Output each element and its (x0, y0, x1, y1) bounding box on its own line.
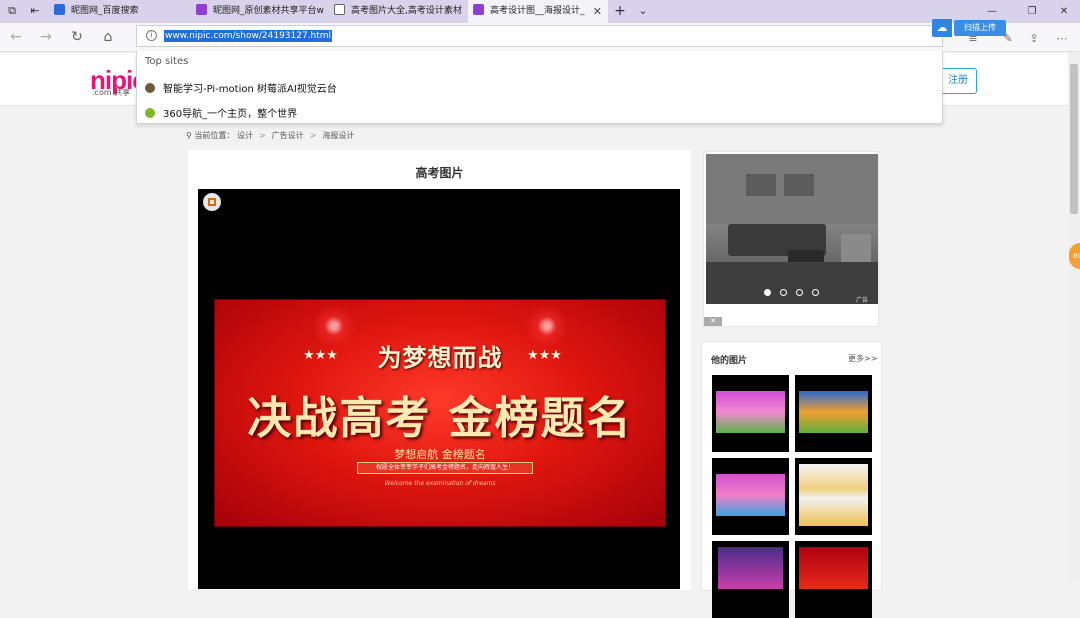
carousel-dot[interactable] (780, 289, 787, 296)
breadcrumb-separator: > (309, 131, 317, 140)
poster-subtitle: 梦想启航 金榜题名 (394, 448, 486, 461)
tab-aside-icon[interactable]: ⇤ (28, 4, 42, 18)
refresh-icon[interactable]: ↻ (69, 29, 85, 45)
top-sites-header: Top sites (145, 56, 189, 67)
tab-title: 高考设计图__海报设计_ (490, 6, 585, 16)
url-text-selected[interactable]: www.nipic.com/show/24193127.html (164, 30, 333, 42)
ad-box[interactable]: 广告 ✕ (703, 151, 879, 327)
top-site-item[interactable]: 智能学习-Pi-motion 树莓派AI视觉云台 (145, 80, 337, 95)
top-site-item[interactable]: 360导航_一个主页，整个世界 (145, 105, 297, 120)
tab-favicon-icon (54, 4, 65, 15)
tab-title: 昵图网_原创素材共享平台w (213, 6, 324, 16)
main-content-panel: 高考图片 ★★★ ★★★ 为梦想而战 决战高考 金榜题名 梦想启航 金榜题名 祝… (188, 150, 691, 590)
tab-favicon-icon (473, 4, 484, 15)
breadcrumb-item[interactable]: 设计 (237, 131, 253, 140)
logo-share: 共享 (114, 88, 131, 97)
navigation-bar: ← → ↻ ⌂ i www.nipic.com/show/24193127.ht… (0, 23, 1080, 52)
tab-title: 高考图片大全,高考设计素材 (351, 6, 462, 16)
scan-upload-button[interactable]: ☁ 扫描上传 (932, 19, 1006, 37)
thumbnail[interactable] (795, 541, 872, 618)
back-arrow-icon[interactable]: ← (8, 29, 24, 45)
thumbnail[interactable] (712, 458, 789, 535)
tab-title: 昵图网_百度搜索 (71, 6, 139, 16)
tab-4-active[interactable]: 高考设计图__海报设计_ ✕ (468, 0, 608, 23)
tab-2[interactable]: 昵图网_原创素材共享平台w (191, 0, 329, 23)
top-site-label: 智能学习-Pi-motion 树莓派AI视觉云台 (163, 84, 337, 95)
zoom-icon[interactable] (203, 193, 221, 211)
ad-image[interactable]: 广告 (706, 154, 878, 304)
logo-subtext: .com 共享 (92, 87, 130, 98)
ad-tag: 广告 (856, 297, 869, 304)
poster-artwork: ★★★ ★★★ 为梦想而战 决战高考 金榜题名 梦想启航 金榜题名 祝愿全体莘莘… (214, 299, 666, 527)
scrollbar-thumb[interactable] (1070, 64, 1078, 214)
tab-3[interactable]: 高考图片大全,高考设计素材 (329, 0, 468, 23)
top-sites-dropdown: Top sites 智能学习-Pi-motion 树莓派AI视觉云台 360导航… (136, 51, 943, 124)
poster-band: 祝愿全体莘莘学子们高考金榜题名，走向辉煌人生！ (357, 462, 533, 474)
poster-image[interactable]: ★★★ ★★★ 为梦想而战 决战高考 金榜题名 梦想启航 金榜题名 祝愿全体莘莘… (198, 189, 680, 589)
tab-actions-icon[interactable]: ⧉ (5, 4, 19, 18)
share-icon[interactable]: ⇪ (1026, 31, 1042, 47)
site-favicon-icon (145, 83, 155, 93)
poster-headline: 为梦想而战 (377, 343, 503, 372)
breadcrumb: ⚲ 当前位置： 设计 > 广告设计 > 海报设计 (186, 130, 354, 141)
close-window-button[interactable]: ✕ (1044, 0, 1080, 23)
carousel-dot[interactable] (764, 289, 771, 296)
top-site-label: 360导航_一个主页，整个世界 (163, 109, 298, 120)
address-bar[interactable]: i www.nipic.com/show/24193127.html (136, 25, 943, 47)
breadcrumb-item[interactable]: 广告设计 (272, 131, 304, 140)
location-icon: ⚲ (186, 131, 192, 140)
poster-fine-print: Welcome the examination of dreams (384, 480, 496, 487)
tab-strip: ⧉ ⇤ 昵图网_百度搜索 昵图网_原创素材共享平台w 高考图片大全,高考设计素材… (0, 0, 1080, 23)
more-menu-icon[interactable]: ⋯ (1054, 31, 1070, 47)
tab-favicon-icon (196, 4, 207, 15)
page-title: 高考图片 (415, 166, 464, 180)
poster-title: 决战高考 金榜题名 (247, 393, 633, 444)
breadcrumb-label: 当前位置： (194, 131, 235, 140)
thumbnail[interactable] (795, 375, 872, 452)
home-icon[interactable]: ⌂ (100, 29, 116, 45)
site-favicon-icon (145, 108, 155, 118)
new-tab-button[interactable]: + (613, 4, 627, 18)
breadcrumb-separator: > (258, 131, 266, 140)
carousel-dot[interactable] (796, 289, 803, 296)
his-images-title: 他的图片 (711, 356, 748, 366)
more-link[interactable]: 更多>> (848, 353, 877, 364)
breadcrumb-item[interactable]: 海报设计 (322, 131, 354, 140)
tab-list-chevron-icon[interactable]: ⌄ (636, 4, 650, 18)
ad-close-icon[interactable]: ✕ (704, 317, 722, 326)
logo-com: .com (92, 88, 112, 97)
tab-favicon-icon (334, 4, 345, 15)
side-float-button[interactable]: 80 (1069, 243, 1080, 269)
thumbnail[interactable] (712, 375, 789, 452)
carousel-dot[interactable] (812, 289, 819, 296)
thumbnail[interactable] (795, 458, 872, 535)
forward-arrow-icon[interactable]: → (38, 29, 54, 45)
tab-close-icon[interactable]: ✕ (593, 0, 602, 23)
cloud-icon: ☁ (932, 19, 952, 37)
thumbnail[interactable] (712, 541, 789, 618)
tab-1[interactable]: 昵图网_百度搜索 (49, 0, 191, 23)
his-images-panel: 他的图片 更多>> (701, 341, 882, 618)
info-icon[interactable]: i (146, 30, 157, 41)
upload-label: 扫描上传 (954, 20, 1006, 36)
